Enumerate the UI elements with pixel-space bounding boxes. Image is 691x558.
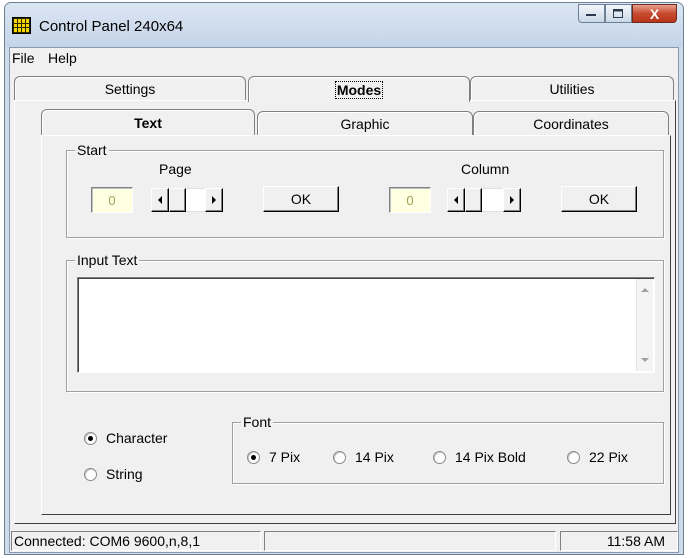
radio-label: 7 Pix — [269, 449, 301, 465]
radio-label: String — [106, 466, 143, 482]
tab-text[interactable]: Text — [41, 109, 255, 135]
radio-character-button[interactable] — [84, 431, 97, 445]
text-panel: Start Page 0 OK Column 0 OK Input Text C… — [41, 135, 671, 515]
radio-7pix[interactable]: 7 Pix — [247, 449, 300, 465]
font-legend: Font — [241, 414, 274, 430]
page-decrement-button[interactable] — [151, 188, 169, 212]
main-window: Control Panel 240x64 X File Help Setting… — [4, 2, 684, 555]
modes-panel: Text Graphic Coordinates Start Page 0 OK… — [14, 100, 676, 524]
down-arrow-icon — [641, 358, 649, 362]
input-text-group: Input Text — [66, 252, 664, 392]
radio-14pix-button[interactable] — [333, 450, 346, 464]
menu-bar: File Help — [10, 48, 678, 68]
tab-label: Settings — [104, 80, 156, 97]
radio-label: 14 Pix Bold — [455, 449, 526, 465]
left-arrow-icon — [158, 195, 162, 204]
ok-label: OK — [588, 191, 610, 207]
status-time: 11:58 AM — [560, 531, 678, 551]
input-text-legend: Input Text — [75, 252, 140, 268]
column-scrollbar-thumb[interactable] — [465, 188, 482, 212]
ok-label: OK — [290, 191, 312, 207]
tab-label: Text — [134, 114, 162, 131]
start-group: Start Page 0 OK Column 0 OK — [66, 142, 664, 238]
column-decrement-button[interactable] — [447, 188, 465, 212]
radio-14pix[interactable]: 14 Pix — [333, 449, 394, 465]
column-value-field: 0 — [389, 187, 431, 213]
tab-label: Coordinates — [533, 115, 609, 132]
column-value: 0 — [406, 192, 414, 208]
column-ok-button[interactable]: OK — [561, 186, 637, 212]
maximize-button[interactable] — [605, 4, 632, 23]
page-increment-button[interactable] — [205, 188, 223, 212]
right-arrow-icon — [510, 195, 514, 204]
radio-22pix-button[interactable] — [567, 450, 580, 464]
radio-string[interactable]: String — [84, 466, 143, 482]
tab-coordinates[interactable]: Coordinates — [473, 111, 669, 135]
right-arrow-icon — [212, 195, 216, 204]
column-label: Column — [461, 161, 510, 177]
tab-label: Utilities — [549, 80, 595, 97]
grid-app-icon — [12, 17, 31, 34]
maximize-icon — [613, 8, 623, 18]
tab-utilities[interactable]: Utilities — [470, 76, 674, 100]
minimize-button[interactable] — [578, 4, 605, 23]
client-area: File Help Settings Modes Utilities Text … — [9, 47, 679, 553]
radio-7pix-button[interactable] — [247, 450, 260, 464]
status-connection: Connected: COM6 9600,n,8,1 — [11, 531, 261, 551]
radio-label: Character — [106, 430, 168, 446]
column-increment-button[interactable] — [503, 188, 521, 212]
left-arrow-icon — [454, 195, 458, 204]
page-label: Page — [159, 161, 192, 177]
tab-graphic[interactable]: Graphic — [257, 111, 473, 135]
title-bar[interactable]: Control Panel 240x64 X — [5, 3, 683, 47]
start-legend: Start — [75, 142, 109, 158]
minimize-icon — [586, 13, 596, 16]
radio-string-button[interactable] — [84, 467, 97, 481]
radio-14pix-bold-button[interactable] — [433, 450, 446, 464]
input-text-area[interactable] — [77, 277, 655, 373]
radio-label: 14 Pix — [355, 449, 394, 465]
tab-modes[interactable]: Modes — [248, 76, 470, 102]
tab-label: Graphic — [340, 115, 390, 132]
radio-label: 22 Pix — [589, 449, 628, 465]
radio-14pix-bold[interactable]: 14 Pix Bold — [433, 449, 526, 465]
radio-22pix[interactable]: 22 Pix — [567, 449, 628, 465]
tab-settings[interactable]: Settings — [14, 76, 246, 100]
status-bar: Connected: COM6 9600,n,8,1 11:58 AM — [10, 528, 678, 552]
tab-label: Modes — [334, 80, 384, 99]
input-text-scrollbar[interactable] — [636, 279, 653, 371]
menu-file[interactable]: File — [12, 50, 35, 66]
close-button[interactable]: X — [632, 4, 677, 23]
menu-help[interactable]: Help — [48, 50, 77, 66]
page-scrollbar-thumb[interactable] — [169, 188, 186, 212]
font-group: Font 7 Pix 14 Pix 14 Pix Bold 22 Pix — [232, 414, 664, 484]
page-value: 0 — [108, 192, 116, 208]
window-title: Control Panel 240x64 — [39, 18, 184, 35]
up-arrow-icon — [641, 288, 649, 292]
radio-character[interactable]: Character — [84, 430, 167, 446]
status-middle — [264, 531, 556, 551]
page-ok-button[interactable]: OK — [263, 186, 339, 212]
page-value-field: 0 — [91, 187, 133, 213]
close-icon: X — [649, 5, 660, 22]
